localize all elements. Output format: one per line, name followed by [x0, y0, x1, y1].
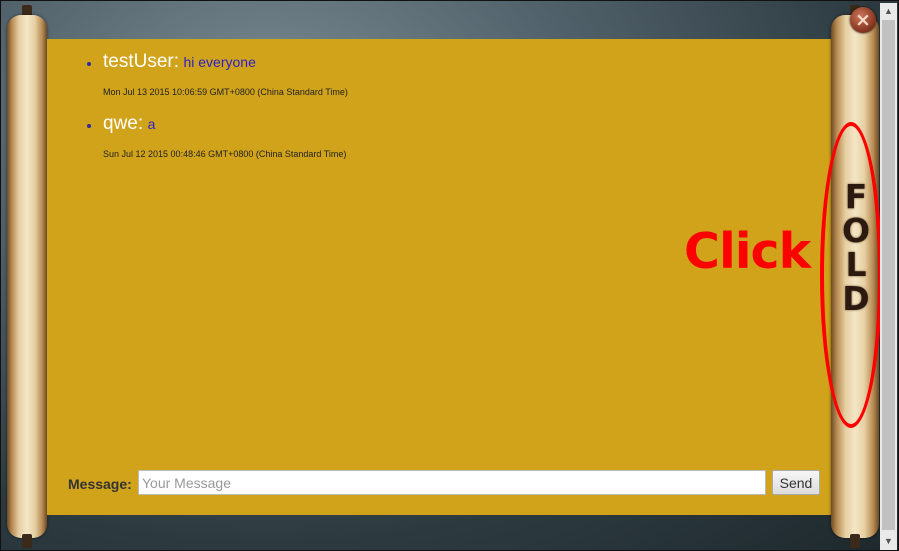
- scroll-paper: [7, 15, 47, 538]
- scrollbar-thumb[interactable]: [882, 20, 895, 530]
- list-item: testUser: hi everyone Mon Jul 13 2015 10…: [87, 51, 663, 97]
- message-text: a: [147, 116, 156, 132]
- left-scroll-decoration: [5, 5, 49, 548]
- close-button[interactable]: ×: [850, 7, 876, 33]
- message-username: testUser:: [103, 51, 180, 72]
- bullet-icon: [87, 62, 91, 66]
- scroll-rod-bottom: [22, 534, 32, 548]
- arrow-up-icon[interactable]: ▲: [880, 3, 897, 20]
- message-label: Message:: [68, 476, 132, 492]
- message-text: hi everyone: [183, 54, 256, 70]
- click-annotation: Click: [684, 223, 811, 280]
- scroll-rod-bottom: [850, 534, 860, 548]
- close-icon: ×: [855, 9, 871, 31]
- message-list: testUser: hi everyone Mon Jul 13 2015 10…: [87, 51, 663, 175]
- message-username: qwe:: [103, 113, 144, 134]
- highlight-ellipse: [820, 122, 882, 428]
- bullet-icon: [87, 124, 91, 128]
- arrow-down-icon[interactable]: ▼: [880, 533, 897, 550]
- chat-window: testUser: hi everyone Mon Jul 13 2015 10…: [0, 0, 899, 551]
- message-timestamp: Sun Jul 12 2015 00:48:46 GMT+0800 (China…: [103, 149, 347, 159]
- message-input[interactable]: [138, 470, 766, 495]
- list-item: qwe: a Sun Jul 12 2015 00:48:46 GMT+0800…: [87, 113, 663, 159]
- send-button[interactable]: Send: [772, 470, 820, 495]
- message-timestamp: Mon Jul 13 2015 10:06:59 GMT+0800 (China…: [103, 87, 348, 97]
- vertical-scrollbar[interactable]: ▲ ▼: [880, 3, 897, 550]
